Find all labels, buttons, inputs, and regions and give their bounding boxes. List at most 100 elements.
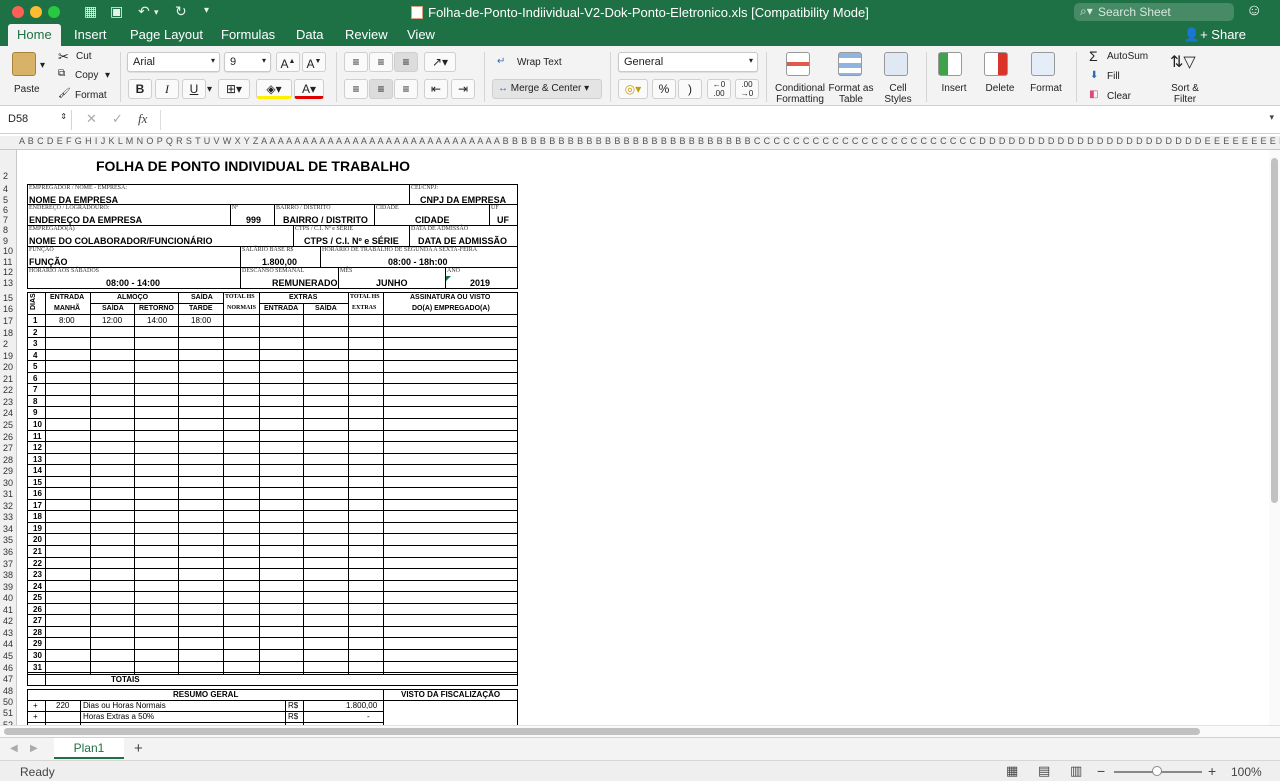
day-number[interactable]: 20 <box>33 535 42 544</box>
tab-page-layout[interactable]: Page Layout <box>130 27 203 42</box>
add-sheet-button[interactable]: + <box>134 740 143 757</box>
autosum-icon[interactable]: Σ <box>1089 48 1098 64</box>
day-number[interactable]: 22 <box>33 559 42 568</box>
summary-row2-value[interactable]: - <box>367 712 370 721</box>
row-number[interactable]: 38 <box>0 570 16 580</box>
zoom-level[interactable]: 100% <box>1231 765 1262 779</box>
row-number[interactable]: 2 <box>0 339 16 349</box>
scroll-thumb[interactable] <box>4 728 1200 735</box>
page-break-view-icon[interactable]: ▥ <box>1070 763 1082 779</box>
cut-button[interactable]: Cut <box>76 51 92 62</box>
day-number[interactable]: 8 <box>33 397 37 406</box>
paste-button[interactable]: Paste <box>14 84 40 95</box>
saturday-hours-value[interactable]: 08:00 - 14:00 <box>106 278 160 288</box>
tab-insert[interactable]: Insert <box>74 27 107 42</box>
day-number[interactable]: 9 <box>33 408 37 417</box>
day-number[interactable]: 2 <box>33 328 37 337</box>
increase-font-size-button[interactable]: A▲ <box>276 52 300 72</box>
page-layout-view-icon[interactable]: ▤ <box>1038 763 1050 779</box>
row-number[interactable]: 35 <box>0 535 16 545</box>
align-left-button[interactable]: ≡ <box>344 79 368 99</box>
insert-function-icon[interactable]: fx <box>138 111 147 127</box>
row-number[interactable]: 39 <box>0 582 16 592</box>
sheet-title[interactable]: FOLHA DE PONTO INDIVIDUAL DE TRABALHO <box>96 158 410 174</box>
format-as-table-icon[interactable] <box>838 52 862 76</box>
align-bottom-button[interactable]: ≡ <box>394 52 418 72</box>
cnpj-value[interactable]: CNPJ DA EMPRESA <box>420 195 506 205</box>
percent-style-button[interactable]: % <box>652 79 676 99</box>
fill-color-button[interactable]: ◈▾ <box>256 79 292 99</box>
row-number[interactable]: 20 <box>0 362 16 372</box>
admission-value[interactable]: DATA DE ADMISSÃO <box>418 236 507 246</box>
row-headers[interactable]: 2 4 5 6 7 8 9 10 11 12 13 15 16 17 18 2 19 2… <box>0 150 17 725</box>
summary-row1-currency[interactable]: R$ <box>288 701 298 710</box>
month-value[interactable]: JUNHO <box>376 278 408 288</box>
conditional-formatting-icon[interactable] <box>786 52 810 76</box>
format-cells-button[interactable]: Format <box>1026 83 1066 94</box>
day1-exit[interactable]: 18:00 <box>191 316 211 325</box>
row-number[interactable]: 16 <box>0 304 16 314</box>
scissors-icon[interactable]: ✂ <box>58 49 69 65</box>
expand-formula-icon[interactable]: ▾ <box>1269 112 1274 123</box>
italic-button[interactable]: I <box>155 79 179 99</box>
underline-button[interactable]: U <box>182 79 206 99</box>
column-headers[interactable]: A B C D E F G H I J K L M N O P Q R S T … <box>0 136 1280 150</box>
row-number[interactable]: 8 <box>0 225 16 235</box>
day-number[interactable]: 31 <box>33 663 42 672</box>
row-number[interactable]: 9 <box>0 236 16 246</box>
day-number[interactable]: 23 <box>33 570 42 579</box>
day-number[interactable]: 6 <box>33 374 37 383</box>
copy-icon[interactable]: ⧉ <box>58 68 65 79</box>
decrease-indent-button[interactable]: ⇤ <box>424 79 448 99</box>
merge-center-button[interactable]: ↔ Merge & Center ▾ <box>492 79 602 99</box>
row-number[interactable]: 7 <box>0 215 16 225</box>
cancel-icon[interactable]: ✕ <box>86 111 97 127</box>
day-number[interactable]: 12 <box>33 443 42 452</box>
row-number[interactable]: 51 <box>0 708 16 718</box>
row-number[interactable]: 18 <box>0 328 16 338</box>
year-value[interactable]: 2019 <box>470 278 490 288</box>
wrap-text-icon[interactable]: ↵ <box>497 56 505 67</box>
share-button[interactable]: 👤+ Share <box>1184 27 1246 43</box>
employer-value[interactable]: NOME DA EMPRESA <box>29 195 118 205</box>
eraser-icon[interactable]: ◧ <box>1089 89 1098 100</box>
role-value[interactable]: FUNÇÃO <box>29 257 68 267</box>
row-number[interactable]: 23 <box>0 397 16 407</box>
day-number[interactable]: 5 <box>33 362 37 371</box>
name-box[interactable]: D58 ⇕ <box>4 110 72 130</box>
fill-icon[interactable]: ⬇ <box>1090 70 1098 81</box>
row-number[interactable]: 30 <box>0 478 16 488</box>
day-number[interactable]: 24 <box>33 582 42 591</box>
day1-lunch-return[interactable]: 14:00 <box>147 316 167 325</box>
increase-decimal-button[interactable]: ←0.00 <box>707 79 731 99</box>
horizontal-scrollbar[interactable] <box>0 725 1280 737</box>
row-number[interactable]: 10 <box>0 246 16 256</box>
employee-value[interactable]: NOME DO COLABORADOR/FUNCIONÁRIO <box>29 236 213 246</box>
tab-data[interactable]: Data <box>296 27 323 42</box>
weekday-hours-value[interactable]: 08:00 - 18h:00 <box>388 257 448 267</box>
row-number[interactable]: 29 <box>0 466 16 476</box>
insert-cells-icon[interactable] <box>938 52 962 76</box>
sort-filter-icon[interactable]: ⇅▽ <box>1170 52 1196 72</box>
summary-row1-qty[interactable]: 220 <box>56 701 69 710</box>
format-painter-button[interactable]: Format <box>75 90 107 101</box>
number-format-select[interactable]: General ▾ <box>618 52 758 72</box>
summary-row2-currency[interactable]: R$ <box>288 712 298 721</box>
summary-row1-value[interactable]: 1.800,00 <box>346 701 377 710</box>
row-number[interactable]: 11 <box>0 257 16 267</box>
day1-lunch-out[interactable]: 12:00 <box>102 316 122 325</box>
row-number[interactable]: 13 <box>0 278 16 288</box>
zoom-out-icon[interactable]: − <box>1097 763 1105 779</box>
sheet-tab-plan1[interactable]: Plan1 <box>54 738 124 759</box>
orientation-button[interactable]: ↗▾ <box>424 52 456 72</box>
align-top-button[interactable]: ≡ <box>344 52 368 72</box>
row-number[interactable]: 19 <box>0 351 16 361</box>
row-number[interactable]: 21 <box>0 374 16 384</box>
delete-cells-icon[interactable] <box>984 52 1008 76</box>
weekly-rest-value[interactable]: REMUNERADO <box>272 278 338 288</box>
comma-style-button[interactable]: ) <box>678 79 702 99</box>
district-value[interactable]: BAIRRO / DISTRITO <box>283 215 368 225</box>
ctps-value[interactable]: CTPS / C.I. Nº e SÉRIE <box>304 236 399 246</box>
align-center-button[interactable]: ≡ <box>369 79 393 99</box>
copy-button[interactable]: Copy <box>75 70 98 81</box>
